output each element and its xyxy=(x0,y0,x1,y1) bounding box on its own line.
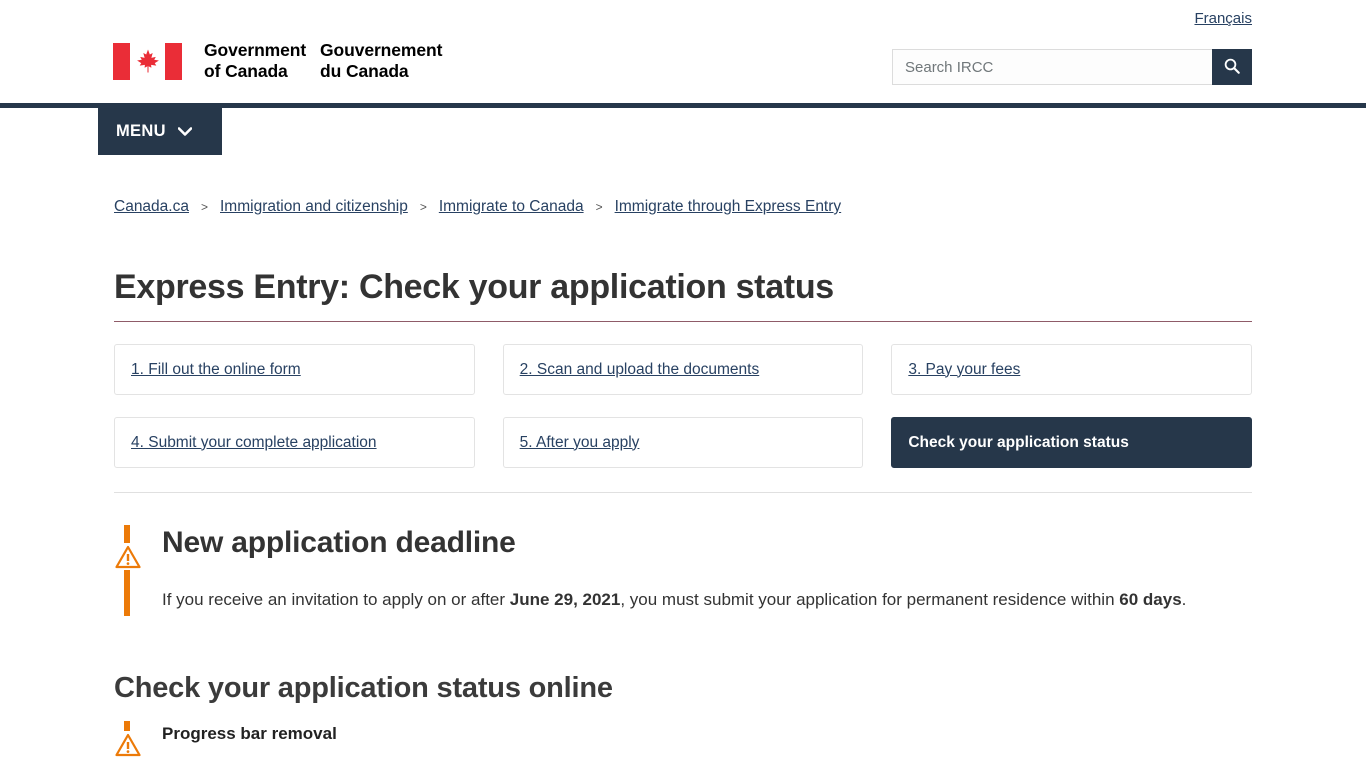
section-heading-check-status-online: Check your application status online xyxy=(114,672,613,705)
alert-body-bold-days: 60 days xyxy=(1119,590,1182,610)
site-search xyxy=(892,49,1252,85)
breadcrumb-item-1[interactable]: Immigration and citizenship xyxy=(220,198,408,216)
step-link-4[interactable]: 4. Submit your complete application xyxy=(131,434,377,452)
wordmark-en-line1: Government xyxy=(204,40,307,60)
search-button[interactable] xyxy=(1212,49,1252,85)
title-divider xyxy=(114,321,1252,323)
main-content: Canada.ca > Immigration and citizenship … xyxy=(0,168,1366,759)
menu-bar: MENU xyxy=(0,108,1366,168)
breadcrumb-item-3[interactable]: Immigrate through Express Entry xyxy=(615,198,842,216)
alert-body: If you receive an invitation to apply on… xyxy=(162,583,1207,616)
step-link-2[interactable]: 2. Scan and upload the documents xyxy=(520,361,760,379)
step-box-2[interactable]: 2. Scan and upload the documents xyxy=(502,344,864,396)
alert-new-application-deadline: New application deadline If you receive … xyxy=(114,525,1252,617)
chevron-down-icon xyxy=(177,127,192,136)
warning-triangle-icon xyxy=(114,543,141,571)
step-label-active: Check your application status xyxy=(908,433,1129,451)
alert-progress-bar-removal: Progress bar removal xyxy=(114,721,1252,759)
alert-body-part3: . xyxy=(1181,590,1187,610)
breadcrumb-separator: > xyxy=(595,200,603,214)
warning-triangle-icon xyxy=(114,731,141,759)
canada-flag-icon xyxy=(113,42,182,80)
alert-accent-bar xyxy=(124,525,130,617)
search-input[interactable] xyxy=(892,49,1212,85)
step-link-1[interactable]: 1. Fill out the online form xyxy=(131,361,301,379)
alert2-title: Progress bar removal xyxy=(162,724,337,744)
breadcrumb: Canada.ca > Immigration and citizenship … xyxy=(114,168,1252,216)
page-root: Français Government of Canada Gouverneme… xyxy=(0,0,1366,768)
menu-button-label: MENU xyxy=(116,122,166,140)
search-icon xyxy=(1223,57,1241,78)
steps-divider xyxy=(114,492,1252,494)
site-header: Français Government of Canada Gouverneme… xyxy=(0,0,1366,103)
step-link-5[interactable]: 5. After you apply xyxy=(520,434,640,452)
step-box-3[interactable]: 3. Pay your fees xyxy=(891,344,1252,396)
language-toggle-link[interactable]: Français xyxy=(1194,10,1252,27)
breadcrumb-separator: > xyxy=(419,200,427,214)
alert-title: New application deadline xyxy=(162,526,516,560)
step-box-1[interactable]: 1. Fill out the online form xyxy=(114,344,475,396)
page-title: Express Entry: Check your application st… xyxy=(114,268,834,306)
step-box-4[interactable]: 4. Submit your complete application xyxy=(114,417,475,469)
wordmark-fr-line2: du Canada xyxy=(320,61,409,81)
breadcrumb-separator: > xyxy=(200,200,208,214)
language-toggle-row: Français xyxy=(1194,10,1252,28)
step-navigation: 1. Fill out the online form 2. Scan and … xyxy=(114,344,1252,469)
step-link-3[interactable]: 3. Pay your fees xyxy=(908,361,1020,379)
step-box-5[interactable]: 5. After you apply xyxy=(502,417,864,469)
alert-body-bold-date: June 29, 2021 xyxy=(509,590,621,610)
wordmark-en-line2: of Canada xyxy=(204,61,288,81)
step-box-check-application-status[interactable]: Check your application status xyxy=(891,417,1252,469)
alert-body-part2: , you must submit your application for p… xyxy=(620,590,1120,610)
wordmark-fr-line1: Gouvernement xyxy=(320,40,443,60)
menu-button[interactable]: MENU xyxy=(98,108,222,155)
breadcrumb-item-2[interactable]: Immigrate to Canada xyxy=(439,198,584,216)
breadcrumb-item-0[interactable]: Canada.ca xyxy=(114,198,189,216)
alert-body-part1: If you receive an invitation to apply on… xyxy=(162,590,510,610)
government-of-canada-brand[interactable]: Government of Canada Gouvernement du Can… xyxy=(113,40,460,82)
government-wordmark: Government of Canada Gouvernement du Can… xyxy=(204,40,460,82)
